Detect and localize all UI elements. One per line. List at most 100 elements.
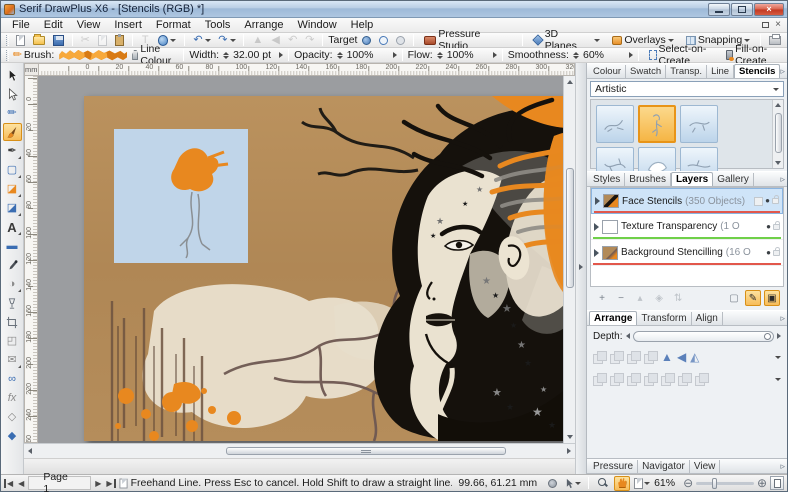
add-layer-button[interactable]: +	[594, 290, 610, 306]
preview-mode-button[interactable]	[544, 476, 560, 491]
3d-planes-button[interactable]: 3D Planes	[528, 33, 605, 47]
width-value[interactable]: 32.00 pt	[233, 49, 277, 61]
zoom-out-button[interactable]: ⊖	[683, 477, 693, 489]
expand-icon[interactable]	[594, 223, 599, 231]
opacity-stepper[interactable]	[337, 52, 343, 59]
menu-help[interactable]: Help	[344, 18, 381, 32]
select-objects-button[interactable]: ▢	[726, 290, 742, 306]
paste-to-layer-toggle[interactable]: ▣	[764, 290, 780, 306]
previous-page-button[interactable]: ◀	[17, 479, 25, 488]
smoothness-flyout-icon[interactable]	[629, 52, 633, 58]
tab-align[interactable]: Align	[692, 312, 723, 325]
tab-transform[interactable]: Transform	[637, 312, 691, 325]
send-to-back-icon[interactable]	[644, 351, 657, 363]
target-outline-button[interactable]	[376, 33, 391, 47]
zoom-slider-thumb[interactable]	[712, 478, 717, 489]
pan-tool-button[interactable]	[614, 476, 630, 491]
width-flyout-icon[interactable]	[279, 52, 283, 58]
layer-lock-icon[interactable]	[773, 224, 780, 230]
move-objects-button[interactable]: ⇅	[670, 290, 686, 306]
tab-brushes[interactable]: Brushes	[625, 173, 671, 186]
node-tool[interactable]	[3, 85, 22, 103]
stencil-category-select[interactable]: Artistic	[590, 81, 784, 97]
divide-shapes-icon[interactable]	[678, 373, 691, 385]
menu-edit[interactable]: Edit	[37, 18, 70, 32]
layer-lock-icon[interactable]	[773, 250, 780, 256]
edit-all-layers-toggle[interactable]: ✎	[745, 290, 761, 306]
brush-preview[interactable]	[59, 50, 127, 61]
next-page-button[interactable]: ▶	[94, 479, 102, 488]
flip-vertical-button[interactable]: ▲	[661, 351, 673, 363]
close-button[interactable]: ×	[754, 3, 784, 16]
last-page-button[interactable]: ▶	[105, 479, 115, 488]
rotate-left-button[interactable]: ↶	[285, 33, 300, 47]
menu-view[interactable]: View	[70, 18, 108, 32]
layer-edit-icon[interactable]	[754, 197, 763, 206]
zoom-slider[interactable]	[696, 482, 754, 485]
smoothness-value[interactable]: 60%	[583, 49, 627, 61]
flip-horizontal-button[interactable]: ◀	[677, 351, 686, 363]
tab-view[interactable]: View	[690, 460, 721, 473]
crop-tool[interactable]	[3, 313, 22, 331]
fit-page-menu-button[interactable]	[633, 476, 651, 491]
layer-row-face-stencils[interactable]: Face Stencils (350 Objects) ●	[591, 188, 783, 214]
fill-on-create-toggle[interactable]: Fill-on-Create	[721, 48, 784, 62]
convert-icon[interactable]	[610, 373, 623, 385]
add-shapes-icon[interactable]	[627, 373, 640, 385]
tab-pressure[interactable]: Pressure	[589, 460, 638, 473]
pressure-studio-button[interactable]: Pressure Studio	[419, 33, 516, 47]
smoothness-stepper[interactable]	[573, 52, 579, 59]
open-button[interactable]	[30, 33, 48, 47]
tab-navigator[interactable]: Navigator	[638, 460, 690, 473]
menu-insert[interactable]: Insert	[107, 18, 149, 32]
vertical-scroll-thumb[interactable]	[566, 168, 574, 288]
depth-slider-thumb[interactable]	[764, 333, 771, 340]
menu-arrange[interactable]: Arrange	[237, 18, 290, 32]
crop-alt-tool[interactable]: ◰	[3, 332, 22, 350]
group-icon[interactable]	[593, 373, 606, 385]
layer-lock-icon[interactable]	[772, 198, 779, 204]
menu-window[interactable]: Window	[291, 18, 344, 32]
layer-row-texture-transparency[interactable]: Texture Transparency (1 O ●	[591, 214, 783, 240]
tab-gallery[interactable]: Gallery	[713, 173, 754, 186]
new-document-button[interactable]	[13, 33, 28, 47]
panel-splitter[interactable]	[575, 63, 587, 474]
tab-styles[interactable]: Styles	[589, 173, 625, 186]
depth-decrease-icon[interactable]	[626, 333, 630, 339]
tab-swatch[interactable]: Swatch	[626, 65, 666, 78]
pen-tool[interactable]: ✒	[3, 142, 22, 160]
paste-button[interactable]	[112, 33, 127, 47]
page-indicator[interactable]: Page 1	[28, 476, 91, 490]
blend-tool[interactable]: ▬	[3, 237, 22, 255]
panel-menu-icon[interactable]: ▹	[780, 174, 785, 185]
tab-colour[interactable]: Colour	[589, 65, 626, 78]
format-painter-button[interactable]: T	[138, 33, 153, 47]
zoom-tool-button[interactable]	[595, 476, 611, 491]
canvas-workspace[interactable]: ★★★★★★★★★★★★★★★	[38, 76, 563, 443]
crop-shapes-icon[interactable]	[695, 373, 708, 385]
pointer-tool[interactable]	[3, 66, 22, 84]
copy-button[interactable]	[95, 33, 110, 47]
transparency-tool[interactable]	[3, 294, 22, 312]
envelope-tool[interactable]: ✉	[3, 351, 22, 369]
layer-visibility-icon[interactable]: ●	[765, 197, 770, 205]
filter-effects-tool[interactable]: fx	[3, 389, 22, 407]
chevron-down-icon[interactable]	[775, 356, 781, 359]
tab-layers[interactable]: Layers	[671, 172, 713, 186]
horizontal-scroll-thumb[interactable]	[226, 447, 506, 455]
redo-button[interactable]: ↷	[215, 33, 238, 47]
cut-button[interactable]: ✂	[78, 33, 93, 47]
tab-stencils[interactable]: Stencils	[734, 64, 780, 78]
canvas-horizontal-scrollbar[interactable]	[24, 443, 575, 458]
target-none-button[interactable]	[393, 33, 408, 47]
menu-file[interactable]: File	[5, 18, 37, 32]
stencil-thumb[interactable]	[596, 105, 634, 143]
select-on-create-toggle[interactable]: Select-on-Create	[644, 48, 719, 62]
expand-icon[interactable]	[594, 249, 599, 257]
panel-menu-icon[interactable]: ▹	[780, 66, 785, 77]
gradient-fill-tool[interactable]: ◑	[3, 275, 22, 293]
undo-button[interactable]: ↶	[190, 33, 213, 47]
stencil-thumb[interactable]	[680, 105, 718, 143]
stencil-scroll-thumb[interactable]	[775, 113, 782, 153]
doc-restore-button[interactable]	[762, 22, 769, 28]
